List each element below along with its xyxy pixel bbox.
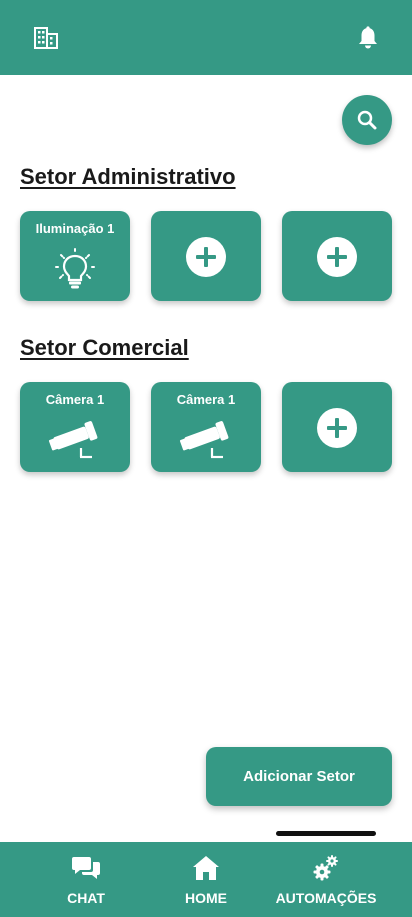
plus-circle-icon xyxy=(151,236,261,278)
chat-icon xyxy=(72,854,100,882)
nav-item-chat[interactable]: CHAT xyxy=(40,842,132,917)
section-title-comercial: Setor Comercial xyxy=(20,335,189,360)
security-camera-icon xyxy=(151,420,261,460)
bell-icon[interactable] xyxy=(354,24,382,52)
device-tile-camera[interactable]: Câmera 1 xyxy=(151,382,261,472)
tile-label: Iluminação 1 xyxy=(35,221,115,236)
nav-item-automacoes[interactable]: AUTOMAÇÕES xyxy=(270,842,382,917)
tile-label: Câmera 1 xyxy=(45,392,105,407)
add-device-tile[interactable] xyxy=(282,382,392,472)
add-device-tile[interactable] xyxy=(282,211,392,301)
nav-label-home: HOME xyxy=(185,890,227,906)
top-app-bar xyxy=(0,0,412,75)
section-title-administrativo: Setor Administrativo xyxy=(20,164,236,189)
search-button[interactable] xyxy=(342,95,392,145)
add-device-tile[interactable] xyxy=(151,211,261,301)
nav-label-automacoes: AUTOMAÇÕES xyxy=(275,890,377,906)
gears-icon xyxy=(312,854,340,882)
nav-item-home[interactable]: HOME xyxy=(160,842,252,917)
security-camera-icon xyxy=(20,420,130,460)
building-icon[interactable] xyxy=(32,24,60,52)
plus-circle-icon xyxy=(282,236,392,278)
home-indicator xyxy=(276,831,376,836)
device-tile-camera[interactable]: Câmera 1 xyxy=(20,382,130,472)
tile-label: Câmera 1 xyxy=(176,392,236,407)
add-sector-button[interactable]: Adicionar Setor xyxy=(206,747,392,806)
device-tile-iluminacao[interactable]: Iluminação 1 xyxy=(20,211,130,301)
plus-circle-icon xyxy=(282,407,392,449)
bottom-navigation: CHAT HOME AUTOMAÇÕES xyxy=(0,842,412,917)
search-icon xyxy=(357,110,377,130)
lightbulb-icon xyxy=(20,247,130,291)
nav-label-chat: CHAT xyxy=(67,890,105,906)
home-icon xyxy=(192,854,220,882)
